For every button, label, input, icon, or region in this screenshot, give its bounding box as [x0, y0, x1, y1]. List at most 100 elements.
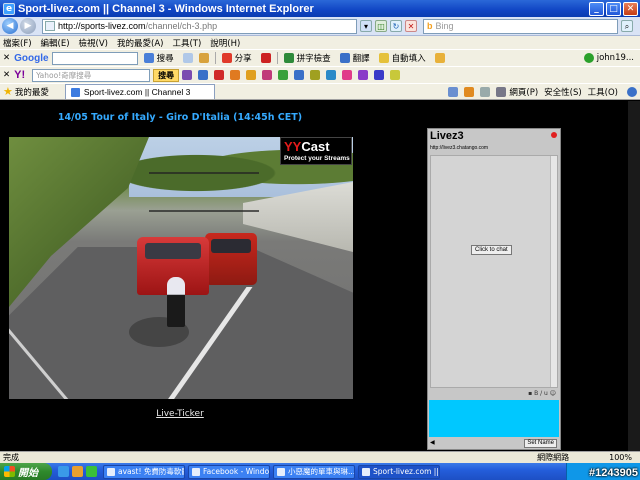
- menu-edit[interactable]: 編輯(E): [41, 37, 70, 49]
- toolbar-close-icon[interactable]: ✕: [3, 70, 10, 80]
- chat-url[interactable]: http://livez3.chatango.com: [430, 145, 488, 151]
- yahoo-menu-icon[interactable]: [182, 70, 193, 80]
- menu-tools[interactable]: 工具(T): [172, 37, 201, 49]
- messenger-icon[interactable]: [358, 70, 369, 80]
- taskbar-item-avast[interactable]: avast! 免費防毒軟體: [103, 464, 185, 479]
- spellcheck-icon[interactable]: [283, 53, 294, 63]
- mail-icon[interactable]: [214, 70, 225, 80]
- minimize-button[interactable]: _: [589, 1, 604, 16]
- chat-title: Livez3: [430, 130, 464, 142]
- translate-button[interactable]: 翻譯: [353, 52, 370, 64]
- page-scrollbar[interactable]: [628, 101, 640, 451]
- chat-format-tools[interactable]: ▪ B / u ☺: [428, 390, 560, 399]
- bookmark-icon[interactable]: [260, 53, 271, 63]
- yahoo-logo[interactable]: Y!: [14, 69, 25, 81]
- flickr-icon[interactable]: [326, 70, 337, 80]
- menu-bar: 檔案(F) 編輯(E) 檢視(V) 我的最愛(A) 工具(T) 說明(H): [0, 36, 640, 49]
- video-player[interactable]: YYCast Protect your Streams: [9, 137, 353, 399]
- menu-favorites[interactable]: 我的最愛(A): [117, 37, 163, 49]
- firefox-quicklaunch-icon[interactable]: [72, 466, 83, 477]
- shopping-icon[interactable]: [230, 70, 241, 80]
- ie-quicklaunch-icon[interactable]: [58, 466, 69, 477]
- toolbar-close-icon[interactable]: ✕: [3, 53, 10, 63]
- chat-scrollbar[interactable]: [550, 156, 557, 387]
- finance-icon[interactable]: [278, 70, 289, 80]
- security-zone: 網際網路: [537, 453, 570, 462]
- share-button[interactable]: 分享: [235, 52, 252, 64]
- account-label[interactable]: john19...: [597, 53, 634, 63]
- start-button[interactable]: 開始: [0, 463, 52, 480]
- dropdown-arrow-icon[interactable]: ▾: [360, 20, 372, 32]
- yahoo-toolbar: ✕ Y! Yahoo!奇摩搜尋 搜尋: [0, 66, 640, 83]
- tools-menu[interactable]: 工具(O): [588, 86, 618, 98]
- google-logo: Google: [14, 52, 49, 64]
- wrench-icon[interactable]: [568, 53, 578, 63]
- weather-icon[interactable]: [246, 70, 257, 80]
- favorites-button[interactable]: 我的最愛: [15, 86, 49, 98]
- chat-messages: Click to chat: [430, 155, 558, 388]
- translate-icon[interactable]: [339, 53, 350, 63]
- mail-icon[interactable]: [480, 86, 491, 97]
- chat-input[interactable]: [429, 400, 559, 437]
- star-icon[interactable]: [198, 53, 209, 63]
- set-name-button[interactable]: Set Name: [524, 439, 557, 448]
- page-menu[interactable]: 網頁(P): [509, 86, 538, 98]
- google-search-input[interactable]: [51, 51, 138, 65]
- search-icon[interactable]: ⌕: [621, 20, 633, 32]
- go-icon[interactable]: [143, 53, 154, 63]
- taskbar: 開始 avast! 免費防毒軟體 Facebook - Window... 小惡…: [0, 463, 640, 480]
- account-icon[interactable]: [583, 53, 594, 63]
- compat-view-icon[interactable]: ◫: [375, 20, 387, 32]
- stop-icon[interactable]: ✕: [405, 20, 417, 32]
- print-icon[interactable]: [496, 86, 507, 97]
- home-icon[interactable]: [448, 86, 459, 97]
- folder-icon[interactable]: [310, 70, 321, 80]
- answers-icon[interactable]: [390, 70, 401, 80]
- url-field[interactable]: http://sports-livez.com/channel/ch-3.php: [42, 18, 357, 34]
- close-button[interactable]: ✕: [623, 1, 638, 16]
- video-title: 14/05 Tour of Italy - Giro D'Italia (14:…: [57, 112, 303, 123]
- live-ticker-link[interactable]: Live-Ticker: [0, 409, 360, 419]
- google-search-button[interactable]: 搜尋: [157, 52, 174, 64]
- ie-icon: e: [3, 2, 15, 15]
- map-icon[interactable]: [294, 70, 305, 80]
- desktop-quicklaunch-icon[interactable]: [86, 466, 97, 477]
- yahoo-search-button[interactable]: 搜尋: [153, 68, 180, 82]
- favorites-bar: ★ 我的最愛 Sport-livez.com || Channel 3 網頁(P…: [0, 83, 640, 100]
- back-button[interactable]: ◀: [2, 18, 18, 34]
- menu-help[interactable]: 說明(H): [210, 37, 240, 49]
- news-icon[interactable]: [182, 53, 193, 63]
- pencil-icon[interactable]: [434, 53, 445, 63]
- page-icon: [45, 21, 55, 31]
- autofill-button[interactable]: 自動填入: [392, 52, 426, 64]
- autofill-icon[interactable]: [378, 53, 389, 63]
- chat-close-icon[interactable]: [551, 132, 557, 138]
- watermark: #1243905: [589, 467, 638, 479]
- maximize-button[interactable]: □: [606, 1, 621, 16]
- windows-flag-icon: [4, 466, 15, 477]
- feeds-icon[interactable]: [464, 86, 475, 97]
- video-icon[interactable]: [262, 70, 273, 80]
- menu-file[interactable]: 檔案(F): [3, 37, 32, 49]
- taskbar-item-blog[interactable]: 小惡魔的單車與琳...: [273, 464, 355, 479]
- game-icon[interactable]: [374, 70, 385, 80]
- chat-arrow-icon[interactable]: ◀: [430, 439, 435, 446]
- taskbar-item-facebook[interactable]: Facebook - Window...: [188, 464, 270, 479]
- safety-menu[interactable]: 安全性(S): [544, 86, 582, 98]
- click-to-chat-button[interactable]: Click to chat: [471, 245, 512, 255]
- share-icon[interactable]: [221, 53, 232, 63]
- url-host: http://sports-livez.com: [58, 21, 146, 31]
- zoom-level[interactable]: 100%: [609, 453, 632, 462]
- refresh-icon[interactable]: ↻: [390, 20, 402, 32]
- yahoo-search-input[interactable]: Yahoo!奇摩搜尋: [32, 68, 151, 82]
- help-icon[interactable]: [627, 86, 637, 97]
- tab-channel-3[interactable]: Sport-livez.com || Channel 3: [64, 84, 215, 99]
- menu-view[interactable]: 檢視(V): [79, 37, 108, 49]
- forward-button[interactable]: ▶: [20, 18, 36, 34]
- heart-icon[interactable]: [342, 70, 353, 80]
- spellcheck-button[interactable]: 拼字檢查: [297, 52, 331, 64]
- yahoo-news-icon[interactable]: [198, 70, 209, 80]
- favorites-star-icon[interactable]: ★: [3, 85, 13, 98]
- bing-search-input[interactable]: b Bing: [423, 18, 618, 34]
- taskbar-item-sport-livez[interactable]: Sport-livez.com || Ch...: [358, 464, 440, 479]
